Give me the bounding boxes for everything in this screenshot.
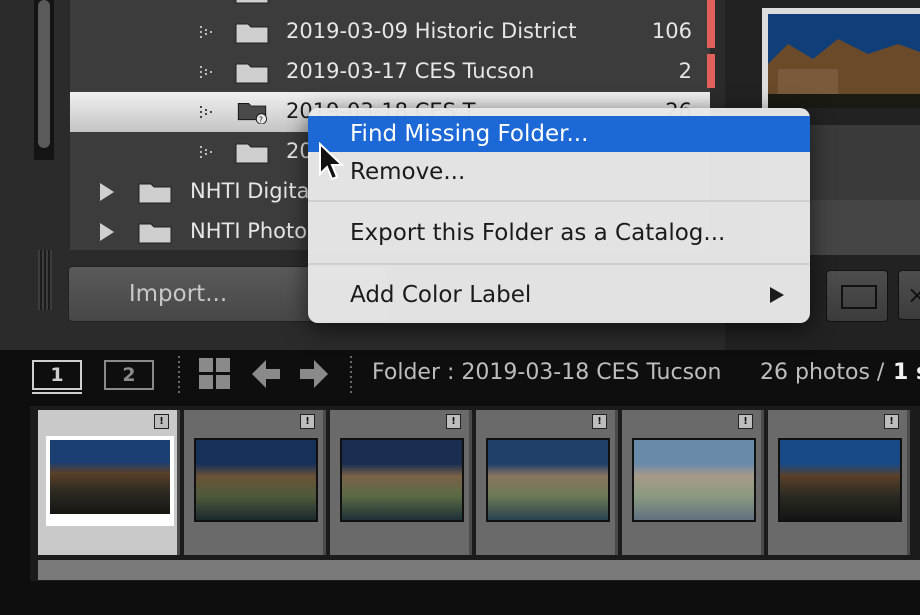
filmstrip-cell[interactable]: !	[476, 410, 618, 555]
folder-icon	[235, 63, 269, 84]
folder-label: NHTI Digita	[190, 179, 310, 203]
thumbnail-frame	[340, 438, 464, 522]
filmstrip-cell[interactable]: !	[184, 410, 326, 555]
subfolder-dots-icon	[200, 146, 212, 158]
close-icon: ×	[907, 281, 920, 309]
loupe-view-icon	[841, 285, 877, 309]
folder-count: 106	[651, 19, 692, 43]
filmstrip-cell[interactable]: !	[768, 410, 910, 555]
folder-label: 2019-03-09 Historic District	[286, 19, 577, 43]
preview-photo	[768, 14, 920, 108]
menu-item-label: Find Missing Folder...	[350, 121, 589, 147]
filmstrip-cell[interactable]: !	[330, 410, 472, 555]
missing-file-badge-icon[interactable]: !	[738, 414, 753, 429]
missing-folder-icon: ?	[237, 103, 267, 124]
menu-item-add-color-label[interactable]: Add Color Label	[308, 277, 810, 313]
folder-count: 2	[678, 59, 692, 83]
folder-icon	[235, 23, 269, 44]
preview-image	[768, 14, 920, 108]
menu-separator	[308, 263, 810, 265]
filmstrip-cell[interactable]: !	[622, 410, 764, 555]
thumbnail-image	[342, 440, 462, 520]
folders-scrollbar-thumb[interactable]	[38, 0, 50, 148]
submenu-arrow-icon	[770, 287, 784, 303]
thumbnail-frame	[778, 438, 902, 522]
thumbnail-frame	[632, 438, 756, 522]
menu-separator	[308, 200, 810, 202]
thumbnail-image	[50, 440, 170, 514]
missing-file-badge-icon[interactable]: !	[884, 414, 899, 429]
missing-file-badge-icon[interactable]: !	[592, 414, 607, 429]
missing-file-badge-icon[interactable]: !	[154, 414, 169, 429]
photo-count: 26 photos /	[760, 360, 885, 385]
menu-item-remove[interactable]: Remove...	[308, 154, 810, 190]
folder-label: 2019-03-17 CES Tucson	[286, 59, 535, 83]
thumbnail-image	[488, 440, 608, 520]
missing-file-badge-icon[interactable]: !	[300, 414, 315, 429]
thumbnail-frame	[46, 436, 174, 526]
folder-label: NHTI Photo	[190, 219, 308, 243]
filmstrip-cell[interactable]: !	[38, 410, 180, 555]
toolbar-separator	[178, 356, 180, 396]
forward-arrow-icon[interactable]	[300, 360, 328, 388]
missing-file-badge-icon[interactable]: !	[446, 414, 461, 429]
folder-icon	[235, 0, 269, 4]
secondary-screen-button[interactable]: 2	[104, 360, 154, 390]
thumbnail-image	[196, 440, 316, 520]
subfolder-dots-icon	[200, 66, 212, 78]
menu-item-find-missing-folder[interactable]: Find Missing Folder...	[308, 116, 810, 152]
menu-item-label: Add Color Label	[350, 282, 532, 308]
color-label-red	[707, 54, 715, 88]
screen2-label: 2	[122, 364, 136, 386]
folder-icon	[138, 223, 172, 244]
import-button-label: Import...	[128, 281, 228, 307]
primary-screen-button[interactable]: 1	[32, 360, 82, 390]
menu-item-label: Export this Folder as a Catalog...	[350, 220, 726, 246]
mouse-cursor-icon	[319, 142, 345, 181]
thumbnail-image	[634, 440, 754, 520]
menu-item-export-catalog[interactable]: Export this Folder as a Catalog...	[308, 215, 810, 251]
folder-icon	[235, 143, 269, 164]
screen1-label: 1	[50, 364, 64, 386]
context-menu: Find Missing Folder... Remove... Export …	[308, 108, 810, 323]
primary-screen-underline	[32, 392, 82, 394]
folder-icon	[138, 183, 172, 204]
folder-row[interactable]: 2019-03-09 Historic District 106	[70, 12, 710, 52]
color-label-red	[707, 14, 715, 48]
thumbnail-image	[780, 440, 900, 520]
folder-row-partial[interactable]	[70, 0, 710, 12]
close-button[interactable]: ×	[898, 270, 920, 320]
filmstrip-scrollbar[interactable]	[38, 560, 920, 580]
disclosure-triangle-icon[interactable]	[100, 183, 114, 201]
thumbnail-frame	[486, 438, 610, 522]
folder-status[interactable]: Folder : 2019-03-18 CES Tucson	[372, 360, 721, 385]
toolbar-separator	[350, 356, 352, 396]
back-arrow-icon[interactable]	[252, 360, 280, 388]
disclosure-triangle-icon[interactable]	[100, 223, 114, 241]
right-panel-section	[810, 200, 920, 255]
thumbnail-frame	[194, 438, 318, 522]
grid-view-icon[interactable]	[199, 358, 231, 390]
subfolder-dots-icon	[200, 26, 212, 38]
folder-row[interactable]: 2019-03-17 CES Tucson 2	[70, 52, 710, 92]
selected-count: 1 s	[893, 360, 920, 385]
panel-resize-grip[interactable]	[38, 250, 52, 310]
subfolder-dots-icon	[200, 106, 212, 118]
svg-text:?: ?	[259, 115, 263, 124]
menu-item-label: Remove...	[350, 159, 466, 185]
